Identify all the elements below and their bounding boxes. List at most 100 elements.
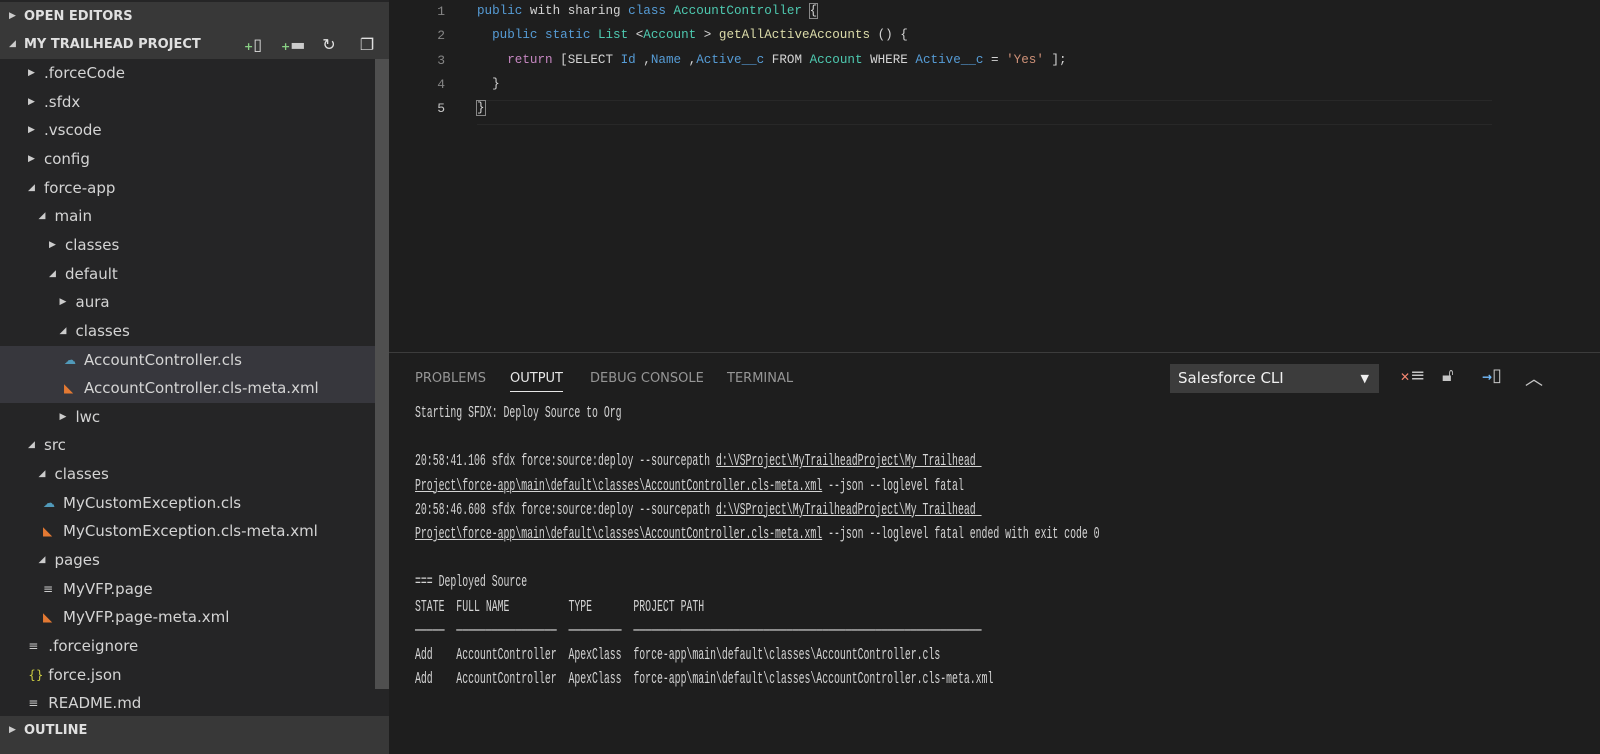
output-text: 20:58:41.106 sfdx force:source:deploy --… [415, 451, 716, 471]
xml-file-icon: ◣ [64, 381, 74, 396]
outline-header[interactable]: ▶ OUTLINE [0, 716, 389, 754]
tree-item-label: .forceCode [44, 64, 125, 82]
tree-item-label: src [44, 436, 66, 455]
tree-item[interactable]: ▶ aura [0, 288, 375, 317]
tree-item[interactable]: ▶ lwc [0, 403, 375, 432]
refresh-icon[interactable]: ↻ [319, 30, 339, 61]
tab-output[interactable]: OUTPUT [510, 371, 563, 392]
output-channel-select[interactable]: Salesforce CLI ▼ [1170, 364, 1379, 393]
section-title: MY TRAILHEAD PROJECT [24, 37, 201, 52]
open-log-icon[interactable]: →▯ [1482, 365, 1502, 386]
tree-item[interactable]: ≡ README.md [0, 689, 375, 718]
tree-item[interactable]: ≡ .forceignore [0, 632, 375, 661]
tree-item-label: default [65, 264, 118, 283]
output-text: Starting SFDX: Deploy Source to Org [415, 403, 622, 422]
lock-scroll-icon[interactable]: 🔓︎ [1442, 365, 1454, 386]
sidebar-scrollbar[interactable] [375, 59, 389, 689]
tree-item-label: .vscode [44, 121, 102, 140]
json-file-icon: {} [28, 667, 44, 682]
new-folder-icon[interactable]: +▬ [281, 30, 305, 61]
tree-item[interactable]: ◢ default [0, 260, 375, 289]
tree-item[interactable]: ◢ pages [0, 546, 375, 575]
tree-item[interactable]: {} force.json [0, 661, 375, 690]
tree-item[interactable]: ☁ MyCustomException.cls [0, 489, 375, 518]
chevron-right-icon: ▶ [28, 125, 35, 136]
output-line: STATE FULL NAME TYPE PROJECT PATH [415, 595, 1600, 619]
output-line: 20:58:41.106 sfdx force:source:deploy --… [415, 449, 1600, 473]
output-line: Starting SFDX: Deploy Source to Org [415, 401, 1600, 425]
file-path-link[interactable]: d:\VSProject\MyTrailheadProject\My Trail… [716, 451, 982, 470]
code-line: } [476, 100, 486, 117]
file-path-link[interactable]: d:\VSProject\MyTrailheadProject\My Trail… [716, 500, 982, 519]
code-token: = [991, 52, 1007, 67]
tree-item[interactable]: ◣ MyCustomException.cls-meta.xml [0, 517, 375, 546]
tree-item-label: .forceignore [48, 637, 139, 655]
code-editor[interactable]: 1 public with sharing class AccountContro… [389, 0, 1600, 352]
clear-output-icon[interactable]: ✕≡ [1400, 365, 1425, 386]
tree-item[interactable]: ◢ classes [0, 460, 375, 489]
text-file-icon: ≡ [43, 581, 54, 596]
code-line: public with sharing class AccountControl… [477, 3, 819, 19]
code-token: Id [620, 52, 644, 67]
chevron-down-icon: ◢ [38, 469, 46, 480]
code-token: 'Yes' [1006, 52, 1052, 67]
code-line: public static List <Account > getAllActi… [477, 28, 908, 42]
collapse-all-icon[interactable]: ❐ [357, 30, 377, 61]
output-text: 20:58:46.608 sfdx force:source:deploy --… [415, 499, 716, 519]
section-title: OUTLINE [24, 723, 88, 738]
output-text: --json --loglevel fatal ended with exit … [822, 523, 1100, 543]
apex-file-icon: ☁ [43, 495, 55, 510]
output-line: === Deployed Source [415, 570, 1600, 594]
bottom-panel: PROBLEMS OUTPUT DEBUG CONSOLE TERMINAL S… [389, 352, 1600, 754]
chevron-right-icon: ▶ [59, 411, 67, 422]
tree-item[interactable]: ◣ MyVFP.page-meta.xml [0, 603, 375, 632]
tree-item-label: config [44, 149, 90, 168]
tree-item[interactable]: ≡ MyVFP.page [0, 575, 375, 604]
tab-problems[interactable]: PROBLEMS [415, 371, 486, 386]
code-token: > [703, 28, 719, 43]
maximize-panel-icon[interactable]: ︿ [1525, 365, 1543, 391]
tree-item[interactable]: ▶ .vscode [0, 116, 375, 145]
tree-item[interactable]: ◣ AccountController.cls-meta.xml [0, 374, 375, 403]
xml-file-icon: ◣ [43, 524, 53, 539]
line-number: 4 [437, 76, 445, 92]
tree-item[interactable]: ▶ classes [0, 231, 375, 260]
open-editors-header[interactable]: ▶ OPEN EDITORS [0, 2, 389, 31]
code-line: } [477, 77, 500, 91]
tree-item-label: classes [54, 465, 109, 484]
code-token: class [628, 4, 674, 18]
file-path-link[interactable]: Project\force-app\main\default\classes\A… [415, 476, 822, 495]
tree-item[interactable]: ◢ src [0, 431, 375, 460]
tree-item[interactable]: ◢ classes [0, 317, 375, 346]
tree-item[interactable]: ◢ main [0, 202, 375, 231]
tree-item[interactable]: ▶ .forceCode [0, 59, 375, 88]
tab-debug-console[interactable]: DEBUG CONSOLE [590, 371, 704, 386]
tree-item-label: main [54, 207, 92, 226]
code-token: () { [877, 28, 908, 43]
tree-item-label: MyCustomException.cls [63, 493, 242, 512]
code-token: Account [643, 28, 704, 43]
file-path-link[interactable]: Project\force-app\main\default\classes\A… [415, 524, 822, 543]
tree-item[interactable]: ☁ AccountController.cls [0, 345, 375, 375]
tree-item-label: AccountController.cls [84, 350, 242, 369]
project-header[interactable]: ◢ MY TRAILHEAD PROJECT +▯ +▬ ↻ ❐ [0, 30, 389, 59]
dropdown-arrow-icon: ▼ [1360, 372, 1369, 385]
chevron-right-icon: ▶ [9, 725, 16, 735]
tab-terminal[interactable]: TERMINAL [727, 371, 793, 386]
output-line: Add AccountController ApexClass force-ap… [415, 667, 1600, 691]
tree-item[interactable]: ◢ force-app [0, 174, 375, 203]
output-text: === Deployed Source [415, 572, 528, 592]
code-token: ]; [1051, 52, 1067, 67]
code-token: FROM [771, 52, 810, 67]
tree-item-label: force.json [48, 665, 122, 684]
tree-item-label: AccountController.cls-meta.xml [84, 379, 319, 398]
chevron-down-icon: ◢ [49, 268, 56, 279]
chevron-down-icon: ◢ [28, 440, 35, 451]
section-title: OPEN EDITORS [24, 9, 133, 24]
tree-item[interactable]: ▶ config [0, 145, 375, 174]
line-number: 3 [437, 52, 445, 68]
new-file-icon[interactable]: +▯ [243, 30, 263, 61]
tree-item[interactable]: ▶ .sfdx [0, 88, 375, 117]
tree-item-label: MyVFP.page [63, 579, 153, 598]
